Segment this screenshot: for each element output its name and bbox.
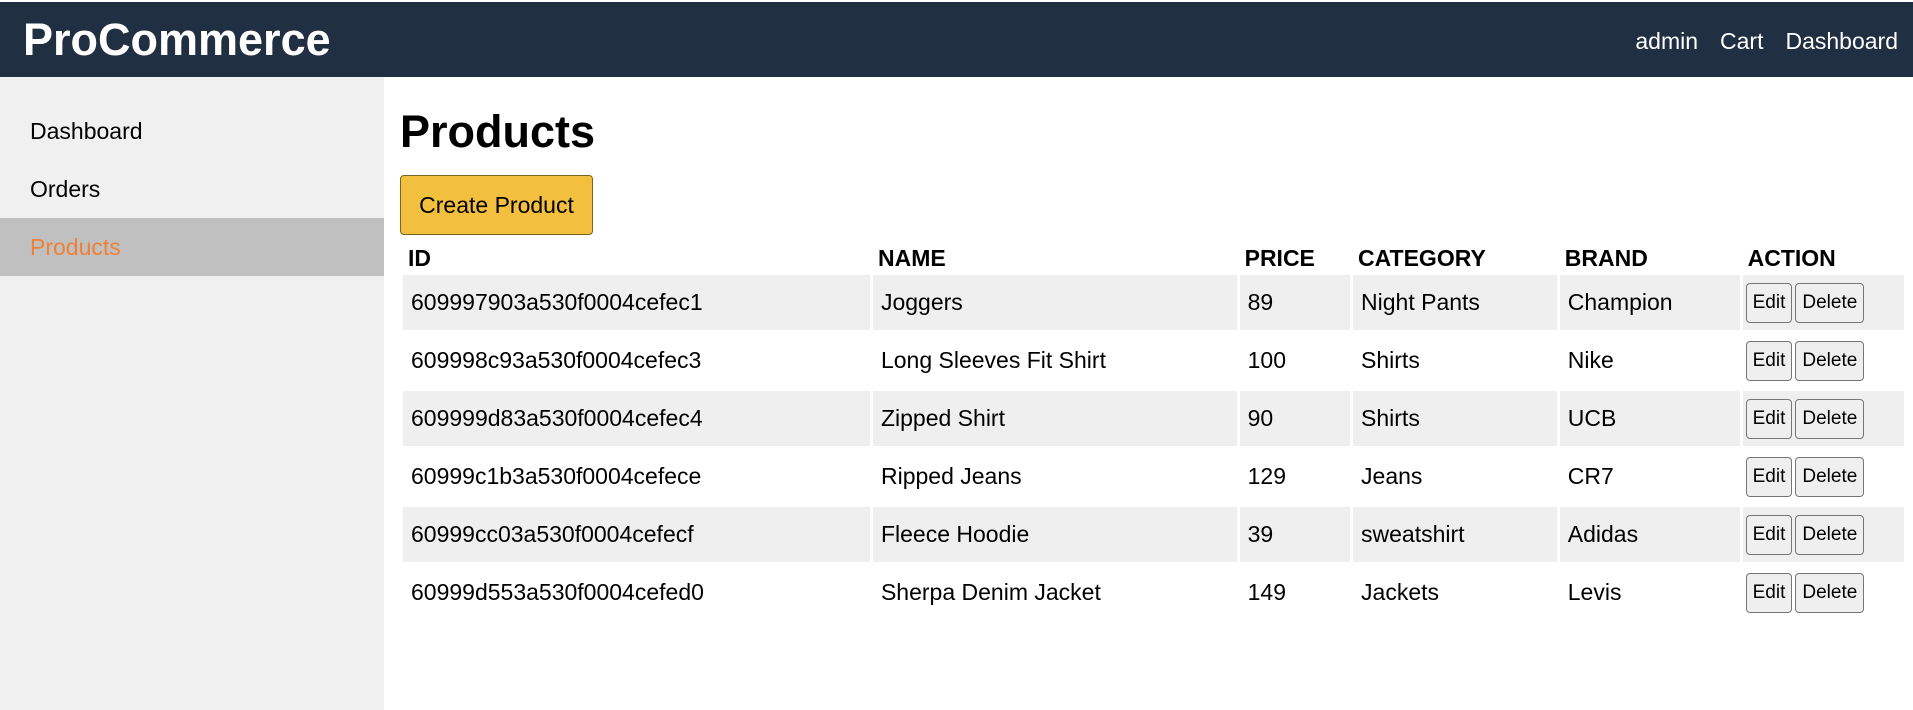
cell-name: Long Sleeves Fit Shirt xyxy=(872,333,1237,388)
nav-admin[interactable]: admin xyxy=(1635,26,1698,56)
top-nav: admin Cart Dashboard xyxy=(1613,26,1898,56)
cell-price: 129 xyxy=(1239,449,1351,504)
edit-button[interactable]: Edit xyxy=(1745,456,1793,497)
cell-action: Edit Delete xyxy=(1742,507,1904,562)
column-header-brand: BRAND xyxy=(1564,245,1648,271)
cell-name: Fleece Hoodie xyxy=(872,507,1237,562)
cell-category: Night Pants xyxy=(1353,275,1557,330)
cell-action: Edit Delete xyxy=(1742,391,1904,446)
delete-button[interactable]: Delete xyxy=(1795,282,1865,323)
cell-price: 100 xyxy=(1239,333,1351,388)
sidebar: Dashboard Orders Products xyxy=(0,77,384,710)
sidebar-menu: Dashboard Orders Products xyxy=(0,77,384,276)
delete-button[interactable]: Delete xyxy=(1795,456,1865,497)
cell-price: 39 xyxy=(1239,507,1351,562)
edit-button[interactable]: Edit xyxy=(1745,340,1793,381)
cell-category: Jeans xyxy=(1353,449,1557,504)
table-row: 60999d553a530f0004cefed0 Sherpa Denim Ja… xyxy=(403,565,1904,620)
delete-button[interactable]: Delete xyxy=(1795,514,1865,555)
page-title: Products xyxy=(400,106,596,157)
table-row: 60999cc03a530f0004cefecf Fleece Hoodie 3… xyxy=(403,507,1904,562)
cell-id: 60999c1b3a530f0004cefece xyxy=(403,449,870,504)
cell-brand: Levis xyxy=(1559,565,1740,620)
cell-action: Edit Delete xyxy=(1742,449,1904,504)
cell-id: 609997903a530f0004cefec1 xyxy=(403,275,870,330)
products-table: ID NAME PRICE CATEGORY BRAND ACTION 6099… xyxy=(400,237,1907,623)
cell-brand: Champion xyxy=(1559,275,1740,330)
column-header-id: ID xyxy=(408,245,431,271)
delete-button[interactable]: Delete xyxy=(1795,572,1865,613)
cell-category: Shirts xyxy=(1353,333,1557,388)
nav-cart[interactable]: Cart xyxy=(1720,26,1763,56)
cell-action: Edit Delete xyxy=(1742,275,1904,330)
column-header-name: NAME xyxy=(877,245,946,271)
cell-price: 149 xyxy=(1239,565,1351,620)
main-content: Products Create Product ID NAME PRICE CA… xyxy=(384,77,1913,710)
cell-name: Ripped Jeans xyxy=(872,449,1237,504)
cell-brand: Nike xyxy=(1559,333,1740,388)
cell-brand: Adidas xyxy=(1559,507,1740,562)
edit-button[interactable]: Edit xyxy=(1745,514,1793,555)
column-header-category: CATEGORY xyxy=(1358,245,1486,271)
table-row: 609997903a530f0004cefec1 Joggers 89 Nigh… xyxy=(403,275,1904,330)
table-row: 609999d83a530f0004cefec4 Zipped Shirt 90… xyxy=(403,391,1904,446)
cell-brand: UCB xyxy=(1559,391,1740,446)
cell-name: Joggers xyxy=(872,275,1237,330)
column-header-price: PRICE xyxy=(1244,245,1315,271)
cell-action: Edit Delete xyxy=(1742,333,1904,388)
cell-price: 90 xyxy=(1239,391,1351,446)
cell-id: 60999d553a530f0004cefed0 xyxy=(403,565,870,620)
cell-category: sweatshirt xyxy=(1353,507,1557,562)
sidebar-item-dashboard[interactable]: Dashboard xyxy=(0,102,384,160)
cell-action: Edit Delete xyxy=(1742,565,1904,620)
column-header-action: ACTION xyxy=(1747,245,1836,271)
cell-brand: CR7 xyxy=(1559,449,1740,504)
delete-button[interactable]: Delete xyxy=(1795,398,1865,439)
cell-price: 89 xyxy=(1239,275,1351,330)
cell-id: 609998c93a530f0004cefec3 xyxy=(403,333,870,388)
brand-logo[interactable]: ProCommerce xyxy=(23,15,331,65)
cell-name: Zipped Shirt xyxy=(872,391,1237,446)
sidebar-item-products[interactable]: Products xyxy=(0,218,384,276)
edit-button[interactable]: Edit xyxy=(1745,282,1793,323)
top-header: ProCommerce admin Cart Dashboard xyxy=(0,0,1913,77)
table-header-row: ID NAME PRICE CATEGORY BRAND ACTION xyxy=(403,240,1904,272)
table-row: 609998c93a530f0004cefec3 Long Sleeves Fi… xyxy=(403,333,1904,388)
table-row: 60999c1b3a530f0004cefece Ripped Jeans 12… xyxy=(403,449,1904,504)
cell-id: 60999cc03a530f0004cefecf xyxy=(403,507,870,562)
delete-button[interactable]: Delete xyxy=(1795,340,1865,381)
cell-category: Shirts xyxy=(1353,391,1557,446)
nav-dashboard[interactable]: Dashboard xyxy=(1785,26,1898,56)
edit-button[interactable]: Edit xyxy=(1745,398,1793,439)
sidebar-item-orders[interactable]: Orders xyxy=(0,160,384,218)
cell-name: Sherpa Denim Jacket xyxy=(872,565,1237,620)
cell-id: 609999d83a530f0004cefec4 xyxy=(403,391,870,446)
cell-category: Jackets xyxy=(1353,565,1557,620)
edit-button[interactable]: Edit xyxy=(1745,572,1793,613)
create-product-button[interactable]: Create Product xyxy=(400,175,593,235)
